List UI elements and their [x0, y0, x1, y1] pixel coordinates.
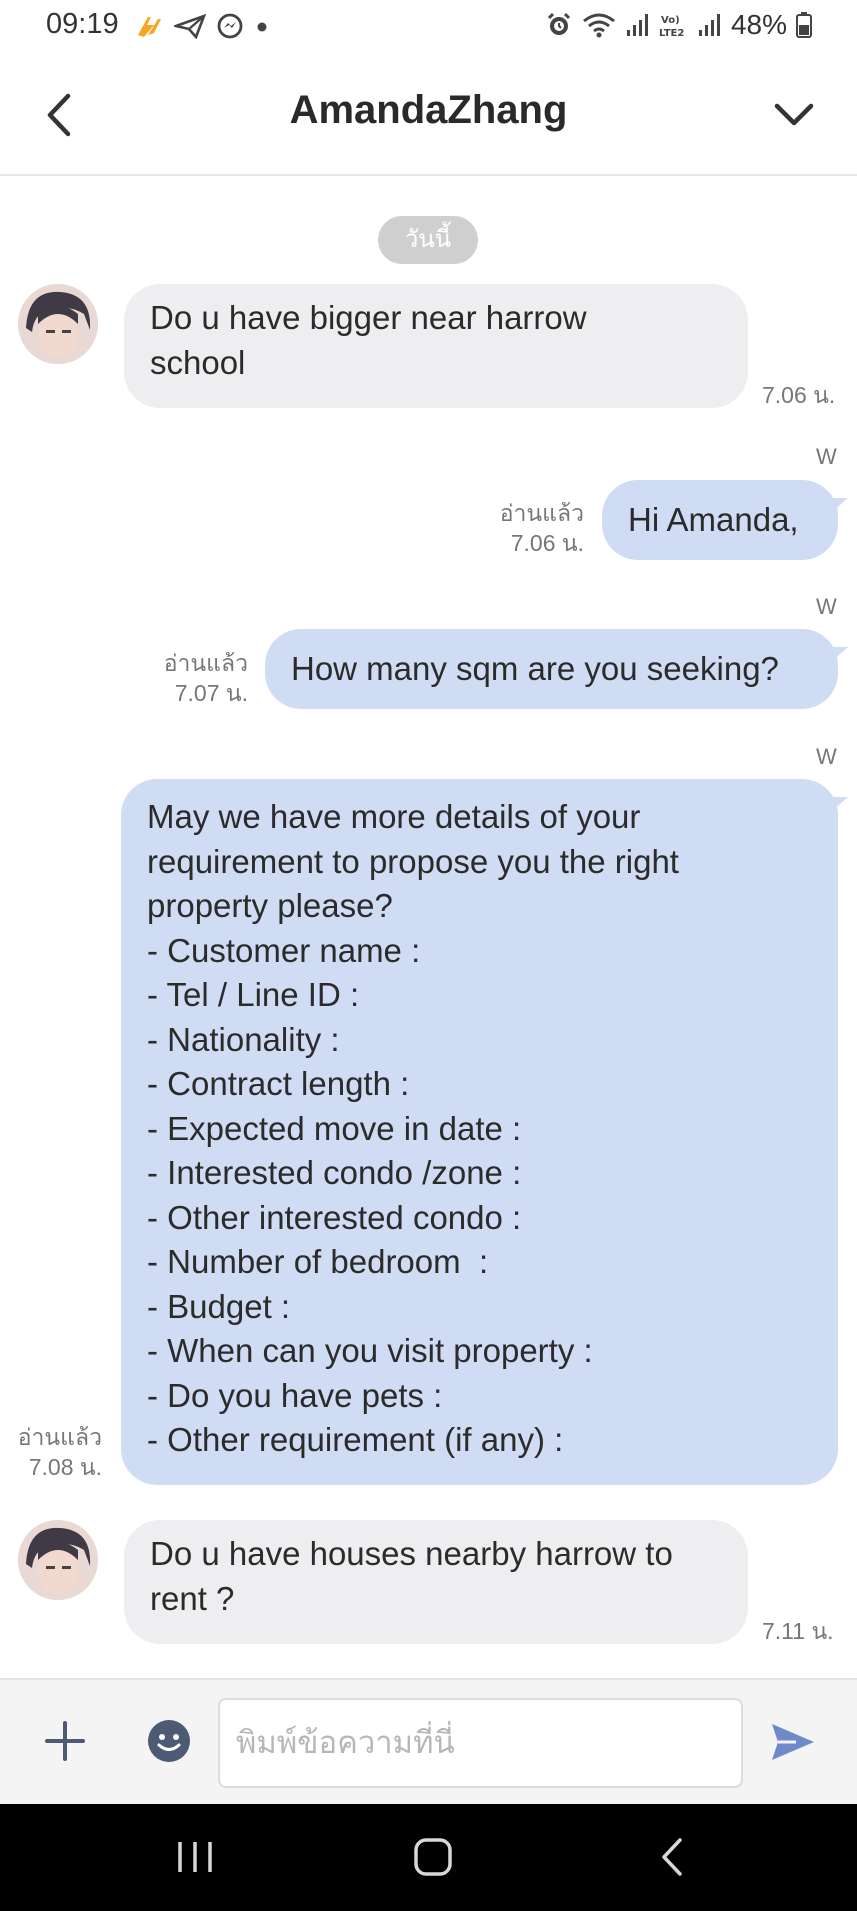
signal-icon [626, 14, 648, 36]
paper-plane-icon [174, 13, 206, 39]
message-meta: อ่านแล้ว 7.07 น. [126, 648, 248, 708]
status-bar: 09:19 Vo) LTE2 48% [0, 0, 857, 52]
read-receipt: อ่านแล้ว [499, 500, 584, 526]
send-icon [772, 1724, 814, 1760]
avatar[interactable] [18, 1520, 98, 1600]
avatar[interactable] [18, 284, 98, 364]
message-time: 7.06 น. [510, 530, 584, 556]
message-bubble-incoming[interactable]: Do u have bigger near harrow school [124, 284, 748, 408]
message-bubble-outgoing[interactable]: Hi Amanda, [602, 480, 848, 560]
message-meta: อ่านแล้ว 7.06 น. [462, 498, 584, 558]
contact-photo [18, 284, 98, 364]
volte-icon: Vo) LTE2 [659, 15, 684, 39]
message-time: 7.06 น. [762, 382, 836, 408]
date-separator: วันนี้ [378, 216, 478, 264]
read-receipt: อ่านแล้ว [17, 1424, 102, 1450]
message-time: 7.08 น. [28, 1454, 102, 1480]
flash-icon [138, 17, 161, 37]
add-attachment-button[interactable] [44, 1720, 86, 1762]
home-icon [414, 1838, 452, 1876]
contact-photo [18, 1520, 98, 1600]
chat-area[interactable]: วันนี้ Do u have bigger near harrow scho… [0, 178, 857, 1678]
message-time: 7.07 น. [174, 680, 248, 706]
svg-text:Vo): Vo) [661, 15, 680, 26]
message-time: 7.11 น. [762, 1618, 834, 1644]
message-input-bar [0, 1678, 857, 1804]
chevron-down-icon [774, 103, 814, 126]
send-button[interactable] [768, 1720, 816, 1764]
sender-mark: W [816, 444, 837, 469]
svg-text:LTE2: LTE2 [659, 28, 684, 39]
wifi-icon [583, 13, 615, 38]
chat-title: AmandaZhang [289, 88, 568, 132]
battery-icon [796, 12, 812, 38]
status-icons-right: Vo) LTE2 48% [545, 8, 813, 42]
chat-menu-button[interactable] [771, 96, 817, 132]
back-icon [662, 1838, 682, 1876]
alarm-icon [547, 12, 571, 35]
messenger-icon [217, 13, 243, 39]
sender-mark: W [816, 744, 837, 769]
message-input[interactable] [218, 1698, 743, 1788]
plus-icon [45, 1721, 85, 1761]
nav-back-button[interactable] [650, 1834, 696, 1880]
message-bubble-outgoing[interactable]: How many sqm are you seeking? [265, 629, 848, 709]
read-receipt: อ่านแล้ว [163, 650, 248, 676]
recent-apps-icon [178, 1842, 212, 1872]
battery-percentage: 48% [730, 9, 787, 40]
status-time: 09:19 [46, 8, 119, 40]
chat-header: AmandaZhang [0, 56, 857, 176]
message-bubble-incoming[interactable]: Do u have houses nearby harrow to rent ? [124, 1520, 748, 1644]
message-bubble-outgoing[interactable]: May we have more details of your require… [121, 779, 848, 1485]
home-button[interactable] [410, 1834, 456, 1880]
emoji-icon [148, 1720, 190, 1762]
emoji-button[interactable] [146, 1718, 192, 1764]
message-meta: อ่านแล้ว 7.08 น. [0, 1422, 102, 1482]
signal-icon [698, 14, 720, 36]
status-icons-left [134, 11, 270, 41]
dot-icon [257, 22, 267, 32]
system-nav-bar [0, 1804, 857, 1911]
sender-mark: W [816, 594, 837, 619]
recent-apps-button[interactable] [172, 1834, 218, 1880]
